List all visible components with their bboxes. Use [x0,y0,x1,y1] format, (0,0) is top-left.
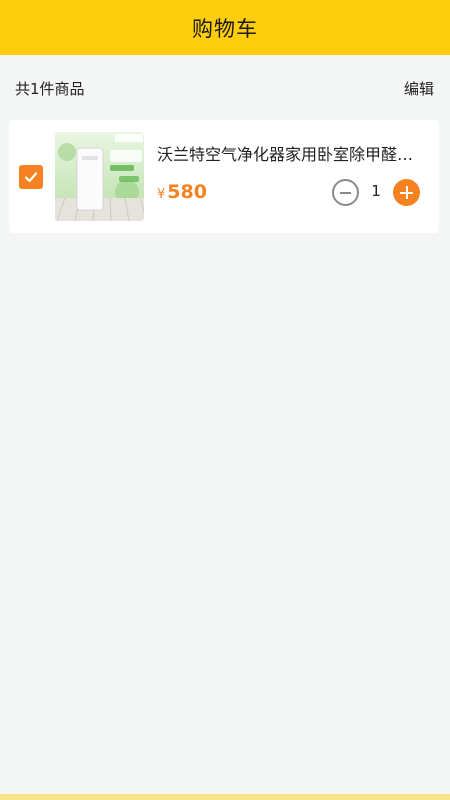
product-image-art [55,132,144,221]
quantity-stepper: 1 [332,179,422,207]
minus-circle-icon[interactable] [332,179,359,206]
header: 购物车 [0,0,450,55]
plus-circle-icon[interactable] [393,179,420,206]
price-value: 580 [167,181,207,203]
edit-button[interactable]: 编辑 [404,78,434,99]
check-icon [24,172,38,183]
item-checkbox[interactable] [19,165,43,189]
page-title: 购物车 [192,16,258,41]
currency-symbol: ¥ [157,187,166,202]
product-image[interactable] [55,132,144,221]
cart-item: 沃兰特空气净化器家用卧室除甲醛… ¥ 580 1 [9,120,439,233]
item-count-label: 共1件商品 [15,79,85,98]
product-price: ¥ 580 [157,181,207,203]
quantity-value: 1 [371,182,381,200]
bottom-bar [0,794,450,800]
cart-summary-bar: 共1件商品 编辑 [0,55,450,121]
product-title[interactable]: 沃兰特空气净化器家用卧室除甲醛… [157,144,422,166]
